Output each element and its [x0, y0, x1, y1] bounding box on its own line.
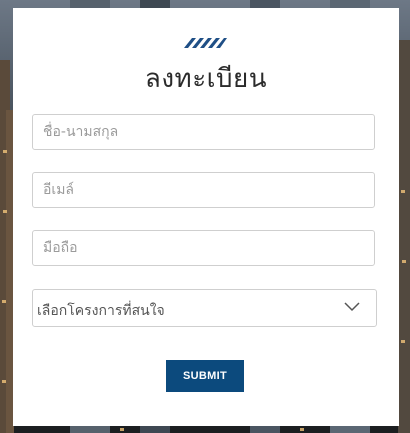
project-select[interactable]: เลือกโครงการที่สนใจ — [32, 289, 377, 327]
striped-parallelogram-logo — [184, 38, 227, 48]
email-input[interactable] — [32, 172, 375, 208]
phone-input[interactable] — [32, 230, 375, 266]
chevron-down-icon — [344, 302, 360, 312]
form-title: ลงทะเบียน — [144, 64, 268, 94]
submit-button[interactable]: SUBMIT — [166, 360, 244, 392]
project-select-value: เลือกโครงการที่สนใจ — [37, 303, 165, 319]
name-input[interactable] — [32, 114, 375, 150]
